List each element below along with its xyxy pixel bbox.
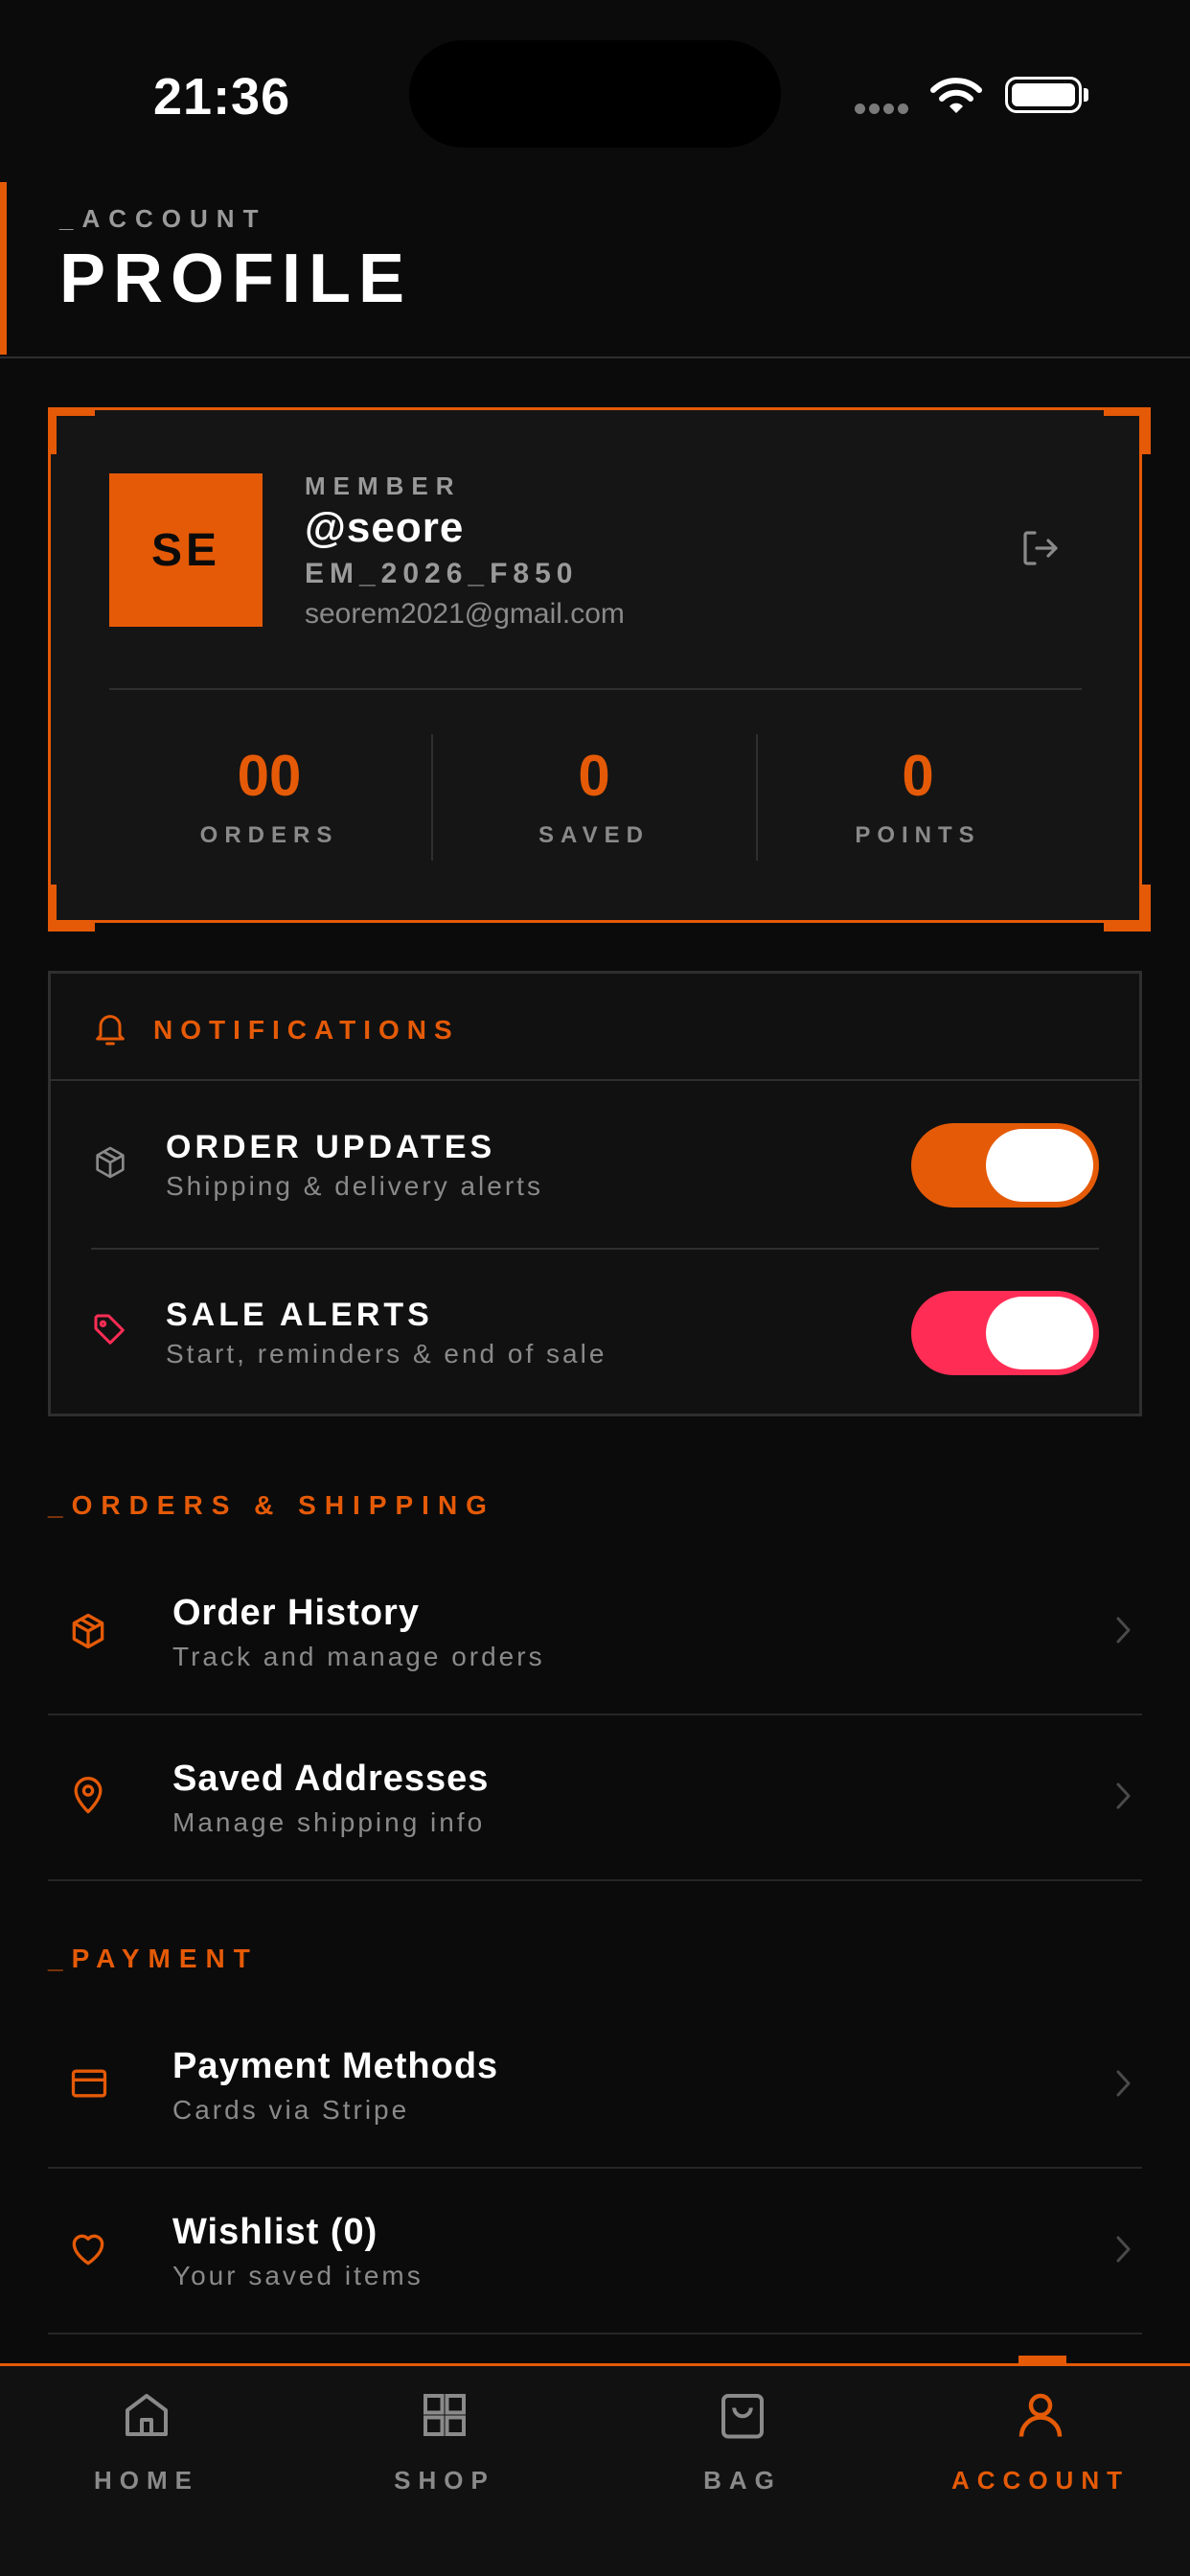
stat-orders[interactable]: 00 ORDERS: [126, 748, 413, 849]
chevron-right-icon: [1113, 2068, 1133, 2104]
notifications-row-divider: [91, 1248, 1099, 1250]
tab-bag[interactable]: BAG: [647, 2386, 838, 2496]
grid-icon: [349, 2386, 540, 2449]
chevron-right-icon: [1113, 1615, 1133, 1650]
member-label: MEMBER: [305, 472, 462, 500]
tab-account[interactable]: ACCOUNT: [945, 2386, 1136, 2496]
home-icon: [51, 2386, 242, 2449]
notifications-title: NOTIFICATIONS: [153, 1015, 460, 1045]
package-icon: [91, 1143, 129, 1186]
tab-label: HOME: [94, 2466, 199, 2495]
tag-icon: [91, 1311, 129, 1354]
wifi-icon: [929, 77, 983, 120]
credit-card-icon: [67, 2062, 111, 2109]
order-updates-title: ORDER UPDATES: [166, 1129, 496, 1165]
sale-alerts-title: SALE ALERTS: [166, 1297, 433, 1333]
header-divider: [0, 356, 1190, 358]
card-corner-top-left: [48, 407, 95, 454]
tab-shop[interactable]: SHOP: [349, 2386, 540, 2496]
stat-saved[interactable]: 0 SAVED: [450, 748, 738, 849]
bag-icon: [647, 2386, 838, 2449]
dynamic-island: [409, 40, 781, 148]
tab-label: BAG: [703, 2466, 782, 2495]
header-kicker: _ACCOUNT: [59, 204, 267, 233]
order-updates-subtitle: Shipping & delivery alerts: [166, 1171, 543, 1201]
avatar: SE: [109, 473, 263, 627]
map-pin-icon: [67, 1775, 109, 1822]
battery-cap: [1084, 88, 1088, 102]
package-icon: [67, 1610, 109, 1657]
tab-label: SHOP: [394, 2466, 495, 2495]
tab-home[interactable]: HOME: [51, 2386, 242, 2496]
stat-label: POINTS: [855, 822, 981, 848]
wishlist-title: Wishlist (0): [172, 2212, 378, 2252]
user-icon: [945, 2386, 1136, 2449]
member-id: EM_2026_F850: [305, 558, 579, 589]
list-divider: [48, 2333, 1142, 2334]
saved-addresses-subtitle: Manage shipping info: [172, 1807, 486, 1837]
username: @seore: [305, 504, 465, 551]
stat-label: SAVED: [538, 822, 650, 848]
active-tab-indicator: [1018, 2356, 1066, 2365]
heart-icon: [67, 2228, 109, 2275]
email: seorem2021@gmail.com: [305, 598, 625, 630]
stat-value: 0: [902, 744, 934, 808]
payment-methods-title: Payment Methods: [172, 2046, 499, 2086]
stat-divider: [756, 734, 758, 861]
card-corner-bottom-right: [1104, 885, 1151, 932]
stat-divider: [431, 734, 433, 861]
chevron-right-icon: [1113, 1781, 1133, 1816]
battery-icon: [1005, 77, 1082, 113]
section-heading-payment: _PAYMENT: [48, 1944, 259, 1973]
cellular-signal-icon: [855, 102, 912, 119]
sale-alerts-subtitle: Start, reminders & end of sale: [166, 1339, 607, 1368]
stat-value: 0: [578, 744, 610, 808]
status-time: 21:36: [153, 68, 291, 126]
card-corner-top-right: [1104, 407, 1151, 454]
order-history-title: Order History: [172, 1593, 420, 1633]
payment-methods-subtitle: Cards via Stripe: [172, 2095, 410, 2125]
logout-icon[interactable]: [1018, 525, 1064, 576]
order-updates-toggle[interactable]: [911, 1123, 1099, 1208]
list-divider: [48, 1879, 1142, 1881]
tab-label: ACCOUNT: [951, 2466, 1130, 2495]
sale-alerts-toggle[interactable]: [911, 1291, 1099, 1375]
card-corner-bottom-left: [48, 885, 95, 932]
order-history-subtitle: Track and manage orders: [172, 1642, 545, 1671]
bell-icon: [91, 1008, 129, 1055]
header-accent-bar: [0, 182, 7, 355]
stat-value: 00: [237, 744, 302, 808]
card-divider: [109, 688, 1082, 690]
wishlist-subtitle: Your saved items: [172, 2261, 423, 2290]
stat-label: ORDERS: [199, 822, 339, 848]
page-title: PROFILE: [59, 241, 413, 317]
chevron-right-icon: [1113, 2234, 1133, 2269]
notifications-divider: [50, 1079, 1140, 1081]
saved-addresses-title: Saved Addresses: [172, 1759, 490, 1799]
section-heading-orders-shipping: _ORDERS & SHIPPING: [48, 1490, 495, 1520]
stat-points[interactable]: 0 POINTS: [774, 748, 1062, 849]
